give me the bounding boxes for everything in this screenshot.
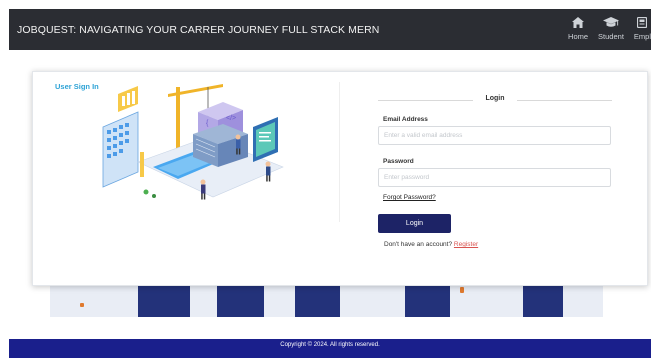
nav-item-employer[interactable]: Empl	[634, 15, 651, 45]
no-account-text: Don't have an account?	[384, 241, 453, 248]
svg-text:</>: </>	[226, 115, 236, 122]
nav-items: Home Student Empl	[558, 15, 651, 45]
login-button[interactable]: Login	[378, 214, 451, 233]
login-heading: Login	[378, 95, 612, 105]
decor-dot	[460, 287, 464, 293]
nav-item-student[interactable]: Student	[598, 15, 624, 45]
register-link[interactable]: Register	[454, 241, 478, 248]
password-label: Password	[383, 158, 414, 165]
top-navbar: JOBQUEST: NAVIGATING YOUR CARRER JOURNEY…	[9, 9, 651, 50]
heading-line-right	[517, 100, 612, 101]
nav-item-label: Student	[598, 32, 624, 41]
isometric-construction-illustration: { </>	[102, 84, 284, 200]
vertical-divider	[339, 82, 340, 222]
graduation-cap-icon	[602, 15, 619, 29]
sign-in-card: User Sign In { </> Login Email Address E…	[32, 71, 648, 286]
email-label: Email Address	[383, 116, 428, 123]
nav-item-label: Home	[568, 32, 589, 41]
brand-title[interactable]: JOBQUEST: NAVIGATING YOUR CARRER JOURNEY…	[17, 24, 379, 36]
decor-dot	[80, 303, 84, 307]
register-prompt: Don't have an account? Register	[384, 241, 478, 248]
forgot-password-link[interactable]: Forgot Password?	[383, 194, 436, 201]
copyright-text: Copyright © 2024. All rights reserved.	[280, 342, 380, 348]
home-icon	[570, 15, 586, 29]
nav-item-label: Empl	[633, 32, 651, 41]
employer-icon	[634, 15, 650, 29]
password-field[interactable]	[378, 168, 611, 187]
email-field[interactable]	[378, 126, 611, 145]
card-title: User Sign In	[55, 82, 99, 91]
nav-item-home[interactable]: Home	[568, 15, 588, 45]
footer: Copyright © 2024. All rights reserved.	[9, 339, 651, 358]
